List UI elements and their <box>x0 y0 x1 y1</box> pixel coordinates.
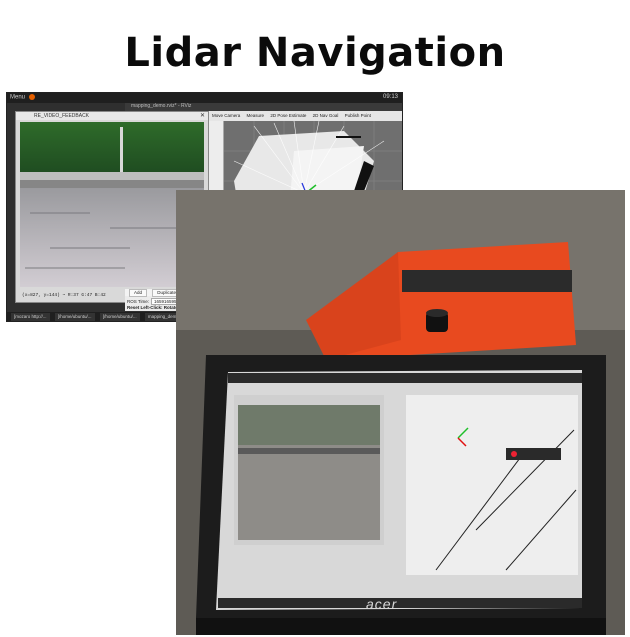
tool-publish-point[interactable]: Publish Point <box>345 113 371 118</box>
clock: 09:13 <box>382 94 398 100</box>
rviz-window-title: mapping_demo.rviz* - RViz <box>125 103 402 111</box>
menu-label: Menu <box>10 94 26 101</box>
menu-button[interactable]: Menu <box>10 94 36 101</box>
taskbar-item[interactable]: [/home/ubuntu/... <box>99 312 140 321</box>
laptop-photo-graphic <box>176 190 625 635</box>
page-title: Lidar Navigation <box>124 30 506 76</box>
laptop-brand: acer <box>366 596 398 612</box>
top-panel: Menu 09:13 <box>7 93 402 103</box>
ros-time-label: ROS Time: <box>127 299 150 304</box>
taskbar-item[interactable]: [mozaro http://... <box>11 312 50 321</box>
firefox-icon[interactable] <box>29 94 36 100</box>
rviz-toolbar: Move Camera Measure 2D Pose Estimate 2D … <box>207 111 402 121</box>
camera-window-title: RE_VIDEO_FEEDBACK <box>34 113 90 119</box>
tool-2d-nav-goal[interactable]: 2D Nav Goal <box>313 113 339 118</box>
camera-window-titlebar[interactable]: RE_VIDEO_FEEDBACK ✕ <box>16 112 208 120</box>
tool-2d-pose-estimate[interactable]: 2D Pose Estimate <box>270 113 306 118</box>
laptop-photo: acer <box>176 190 625 635</box>
tool-measure[interactable]: Measure <box>247 113 265 118</box>
taskbar-item[interactable]: [/home/ubuntu/... <box>54 312 95 321</box>
close-icon[interactable]: ✕ <box>200 112 205 120</box>
camera-coordinates: (x=827, y=144) ~ R:37 G:47 B:42 <box>22 293 106 298</box>
add-button[interactable]: Add <box>129 289 148 297</box>
tool-move-camera[interactable]: Move Camera <box>212 113 240 118</box>
